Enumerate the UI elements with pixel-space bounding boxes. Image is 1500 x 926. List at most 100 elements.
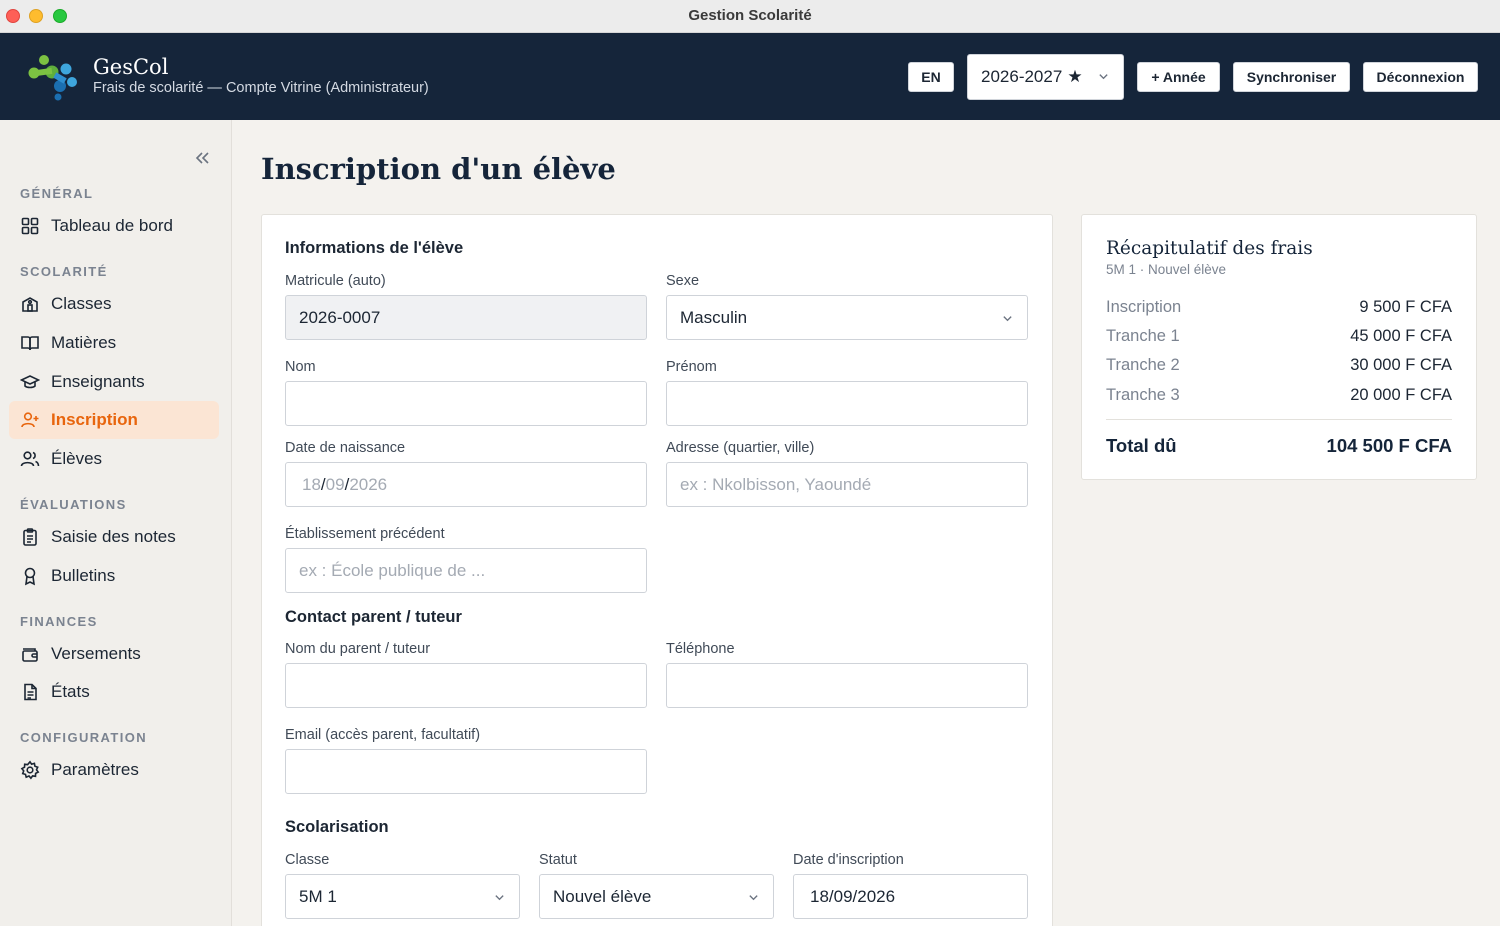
etablissement-placeholder: ex : École publique de ... xyxy=(299,560,486,580)
sexe-value: Masculin xyxy=(680,307,748,327)
summary-total-value: 104 500 F CFA xyxy=(1326,435,1452,456)
sidebar-item-label: Élèves xyxy=(51,449,103,468)
sidebar-item-label: Inscription xyxy=(51,410,138,429)
school-year-select[interactable]: 2026-2027 ★ xyxy=(967,54,1124,100)
gear-icon xyxy=(20,760,40,780)
telephone-input[interactable] xyxy=(666,663,1028,708)
nav-section-finances: FINANCES xyxy=(20,614,98,629)
nav-section-scolarite: SCOLARITÉ xyxy=(20,264,108,279)
statut-select[interactable]: Nouvel élève xyxy=(539,874,774,919)
date-inscription-label: Date d'inscription xyxy=(793,852,904,868)
summary-total-label: Total dû xyxy=(1106,435,1177,456)
matricule-field: 2026-0007 xyxy=(285,295,647,340)
classe-label: Classe xyxy=(285,852,330,868)
sidebar-item-saisie-notes[interactable]: Saisie des notes xyxy=(9,518,219,556)
graduation-cap-icon xyxy=(20,375,40,389)
adresse-placeholder: ex : Nkolbisson, Yaoundé xyxy=(680,474,872,494)
date-naissance-input[interactable]: 18/09/2026 xyxy=(285,462,647,507)
sidebar-item-parametres[interactable]: Paramètres xyxy=(9,751,219,789)
window-titlebar: Gestion Scolarité xyxy=(0,0,1500,33)
matricule-label: Matricule (auto) xyxy=(285,273,386,289)
sidebar-item-label: Bulletins xyxy=(51,566,116,585)
school-icon xyxy=(22,297,38,312)
sexe-label: Sexe xyxy=(666,273,700,289)
summary-row: Tranche 1 45 000 F CFA xyxy=(1106,327,1452,346)
school-year-value: 2026-2027 xyxy=(981,67,1063,86)
summary-row-value: 20 000 F CFA xyxy=(1350,386,1452,404)
sidebar-item-versements[interactable]: Versements xyxy=(9,635,219,673)
summary-row-label: Tranche 1 xyxy=(1106,327,1180,345)
nav-section-configuration: CONFIGURATION xyxy=(20,730,148,745)
contact-section-title: Contact parent / tuteur xyxy=(285,608,462,626)
sidebar-item-inscription[interactable]: Inscription xyxy=(9,401,219,439)
date-day: 18 xyxy=(302,474,321,494)
date-inscription-input[interactable]: 18/09/2026 xyxy=(793,874,1028,919)
sidebar-item-bulletins[interactable]: Bulletins xyxy=(9,557,219,595)
schooling-section-title: Scolarisation xyxy=(285,818,389,836)
summary-row-label: Tranche 2 xyxy=(1106,356,1180,374)
sidebar-item-label: Classes xyxy=(51,294,112,313)
summary-divider xyxy=(1106,419,1452,420)
student-info-section-title: Informations de l'élève xyxy=(285,239,464,257)
language-button[interactable]: EN xyxy=(908,62,954,92)
summary-row-value: 45 000 F CFA xyxy=(1350,327,1452,345)
summary-row-label: Tranche 3 xyxy=(1106,386,1180,404)
user-plus-icon xyxy=(21,412,39,428)
nav-section-general: GÉNÉRAL xyxy=(20,186,94,201)
logout-button[interactable]: Déconnexion xyxy=(1363,62,1478,92)
add-year-button[interactable]: + Année xyxy=(1137,62,1220,92)
chevron-down-icon xyxy=(1003,316,1012,322)
sidebar-item-label: Enseignants xyxy=(51,372,145,391)
book-icon xyxy=(21,336,39,351)
adresse-label: Adresse (quartier, ville) xyxy=(666,440,815,456)
sidebar-item-classes[interactable]: Classes xyxy=(9,285,219,323)
sidebar-item-label: Tableau de bord xyxy=(51,216,173,235)
collapse-sidebar-icon[interactable] xyxy=(193,150,211,166)
classe-select[interactable]: 5M 1 xyxy=(285,874,520,919)
parent-name-input[interactable] xyxy=(285,663,647,708)
summary-row-value: 9 500 F CFA xyxy=(1359,298,1452,316)
date-inscription-value: 18/09/2026 xyxy=(810,886,896,906)
sync-button[interactable]: Synchroniser xyxy=(1233,62,1350,92)
date-year: 2026 xyxy=(349,474,388,494)
sidebar-item-matieres[interactable]: Matières xyxy=(9,324,219,362)
prenom-label: Prénom xyxy=(666,359,717,375)
telephone-label: Téléphone xyxy=(666,641,735,657)
star-icon: ★ xyxy=(1067,67,1083,86)
date-month: 09 xyxy=(325,474,345,494)
brand-name: GesCol xyxy=(93,55,169,79)
sidebar-item-label: Saisie des notes xyxy=(51,527,176,546)
summary-title: Récapitulatif des frais xyxy=(1106,238,1313,259)
prenom-input[interactable] xyxy=(666,381,1028,426)
statut-value: Nouvel élève xyxy=(553,886,652,906)
sexe-select[interactable]: Masculin xyxy=(666,295,1028,340)
adresse-input[interactable]: ex : Nkolbisson, Yaoundé xyxy=(666,462,1028,507)
sidebar-item-eleves[interactable]: Élèves xyxy=(9,440,219,478)
sidebar-item-label: Paramètres xyxy=(51,760,139,779)
file-text-icon xyxy=(24,683,37,701)
grid-icon xyxy=(21,217,39,235)
gescol-logo-icon xyxy=(28,55,77,101)
sidebar-item-enseignants[interactable]: Enseignants xyxy=(9,363,219,401)
email-input[interactable] xyxy=(285,749,647,794)
window-title: Gestion Scolarité xyxy=(688,7,812,24)
sidebar-item-dashboard[interactable]: Tableau de bord xyxy=(9,207,219,245)
sidebar-item-label: Matières xyxy=(51,333,117,352)
sidebar-item-label: États xyxy=(51,682,90,701)
summary-row: Tranche 3 20 000 F CFA xyxy=(1106,386,1452,405)
etablissement-label: Établissement précédent xyxy=(285,526,445,542)
award-icon xyxy=(24,567,36,586)
nom-input[interactable] xyxy=(285,381,647,426)
brand-subtitle: Frais de scolarité — Compte Vitrine (Adm… xyxy=(93,80,429,96)
sidebar-item-etats[interactable]: États xyxy=(9,673,219,711)
etablissement-input[interactable]: ex : École publique de ... xyxy=(285,548,647,593)
date-naissance-label: Date de naissance xyxy=(285,440,406,456)
nom-label: Nom xyxy=(285,359,316,375)
parent-name-label: Nom du parent / tuteur xyxy=(285,641,431,657)
chevron-down-icon xyxy=(1099,74,1108,80)
email-label: Email (accès parent, facultatif) xyxy=(285,727,481,743)
classe-value: 5M 1 xyxy=(299,886,337,906)
app-header: GesCol Frais de scolarité — Compte Vitri… xyxy=(0,33,1500,120)
clipboard-icon xyxy=(23,528,37,546)
summary-row: Tranche 2 30 000 F CFA xyxy=(1106,356,1452,375)
